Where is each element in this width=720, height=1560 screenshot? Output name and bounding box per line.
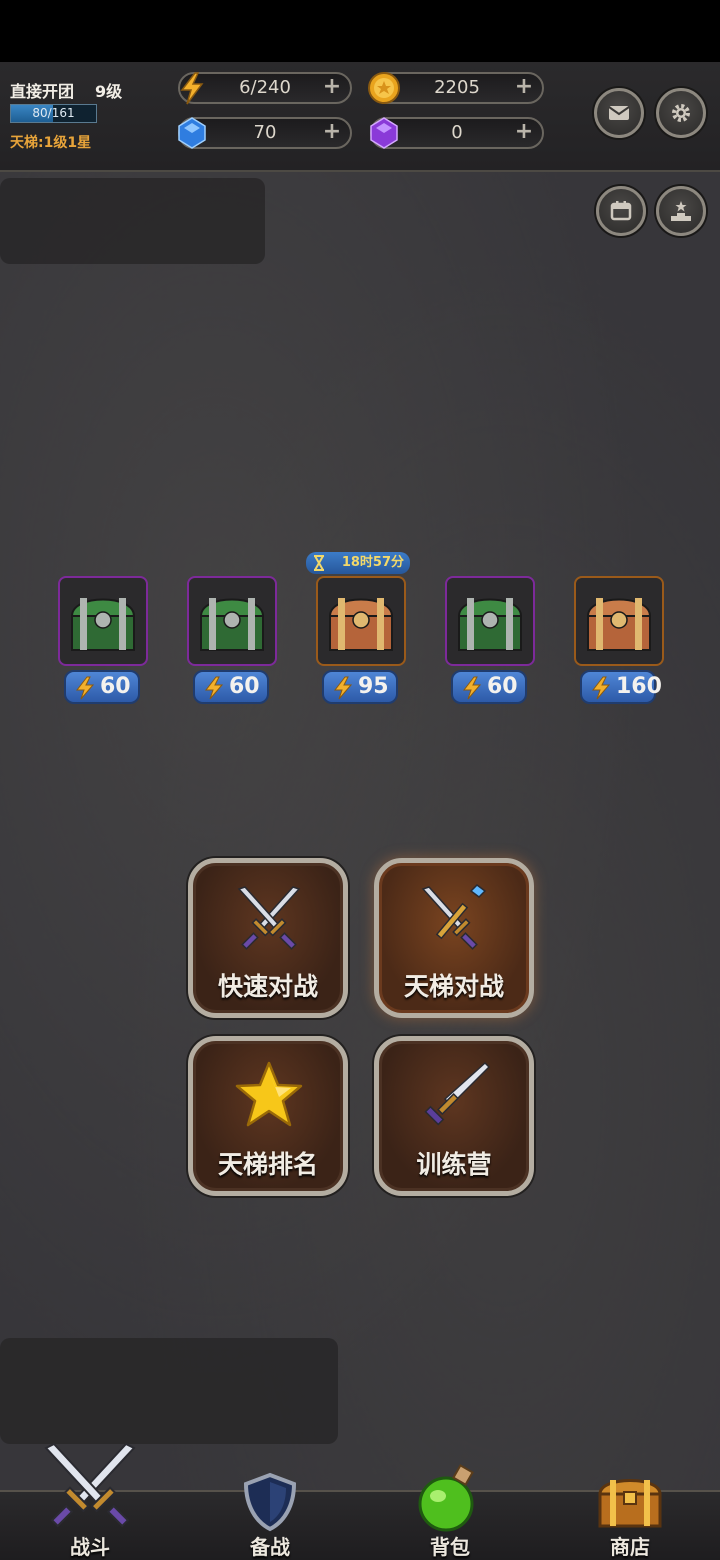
chest-slot[interactable] [445,576,535,666]
crossed-swords-icon [44,1442,136,1528]
chest-slot[interactable] [58,576,148,666]
energy-value: 6/240 [239,77,291,98]
bottom-info-panel [0,1338,338,1444]
chest-cost-value: 60 [100,674,131,699]
green-chest-icon [70,598,136,651]
training-camp-label: 训练营 [416,1150,492,1179]
nav-battle-label: 战斗 [70,1535,110,1559]
chest-cost-badge: 60 [193,670,269,704]
purple-gem-counter: 0 + [370,117,544,149]
training-camp-button[interactable]: 训练营 [374,1036,534,1196]
gold-coin-icon [368,72,400,104]
gold-counter: 2205 + [368,72,544,104]
player-name: 直接开团 [10,82,75,101]
potion-icon [418,1464,474,1532]
nav-prepare[interactable]: 备战 [180,1472,360,1560]
shield-icon [243,1472,297,1532]
quick-battle-label: 快速对战 [217,972,318,1001]
xp-text: 80/161 [32,106,75,120]
nav-battle[interactable]: 战斗 [0,1442,180,1560]
chest-slot[interactable] [316,576,406,666]
leaderboard-button[interactable] [656,186,706,236]
nav-prepare-label: 备战 [250,1535,290,1559]
chest-cost-value: 95 [358,674,389,699]
gear-icon [672,104,690,122]
chest-cost-badge: 95 [322,670,398,704]
green-chest-icon [199,598,265,651]
purple-gem-icon [370,117,398,149]
energy-counter: 6/240 + [178,72,352,105]
crossed-swords-icon [237,886,301,950]
xp-bar: 80/161 [10,104,97,123]
add-purple-gem-button[interactable]: + [512,121,536,145]
gold-chest-icon [328,598,394,651]
star-icon [235,1061,303,1127]
chest-timer-text: 18时57分 [341,555,404,570]
lightning-icon [462,676,482,700]
top-header: 直接开团 9级 80/161 天梯:1级1星 6/240 + 2205 + 70… [0,62,720,172]
add-gold-button[interactable]: + [512,76,536,100]
chest-timer: 18时57分 [306,552,410,574]
calendar-icon [610,201,632,221]
settings-button[interactable] [656,88,706,138]
ladder-battle-label: 天梯对战 [403,972,504,1001]
lightning-icon [591,676,611,700]
lightning-icon [75,676,95,700]
lightning-icon [333,676,353,700]
chest-cost-value: 160 [616,674,662,699]
green-chest-icon [457,598,523,651]
chest-cost-badge: 160 [580,670,662,704]
gold-value: 2205 [434,77,480,98]
blue-gem-value: 70 [253,122,277,143]
gold-chest-icon [586,598,652,651]
ladder-ranking-button[interactable]: 天梯排名 [188,1036,348,1196]
ladder-rank: 天梯:1级1星 [10,135,92,151]
quick-battle-button[interactable]: 快速对战 [188,858,348,1018]
lightning-icon [204,676,224,700]
lightning-icon [180,72,204,105]
nav-shop-label: 商店 [610,1535,650,1559]
hourglass-icon [314,555,324,571]
blue-gem-icon [178,117,206,149]
status-bar [0,0,720,62]
add-energy-button[interactable]: + [320,76,344,100]
nav-backpack[interactable]: 背包 [360,1464,540,1560]
purple-gem-value: 0 [451,122,463,143]
ladder-battle-button[interactable]: 天梯对战 [374,858,534,1018]
chest-cost-badge: 60 [451,670,527,704]
info-panel [0,178,265,264]
player-level: 9级 [95,82,123,101]
sword-and-dagger-icon [421,884,487,950]
treasure-chest-icon [598,1479,662,1528]
nav-shop[interactable]: 商店 [540,1479,720,1560]
sword-icon [424,1061,491,1126]
podium-icon [671,201,691,221]
chest-slot[interactable] [187,576,277,666]
mail-button[interactable] [594,88,644,138]
nav-backpack-label: 背包 [430,1535,470,1559]
bottom-nav: 战斗 备战 背包 商店 [0,1442,720,1560]
calendar-button[interactable] [596,186,646,236]
chest-slot[interactable] [574,576,664,666]
chest-cost-value: 60 [487,674,518,699]
add-blue-gem-button[interactable]: + [320,121,344,145]
chest-cost-badge: 60 [64,670,140,704]
chest-cost-value: 60 [229,674,260,699]
blue-gem-counter: 70 + [178,117,352,149]
ladder-ranking-label: 天梯排名 [217,1150,318,1179]
mail-icon [608,106,630,120]
